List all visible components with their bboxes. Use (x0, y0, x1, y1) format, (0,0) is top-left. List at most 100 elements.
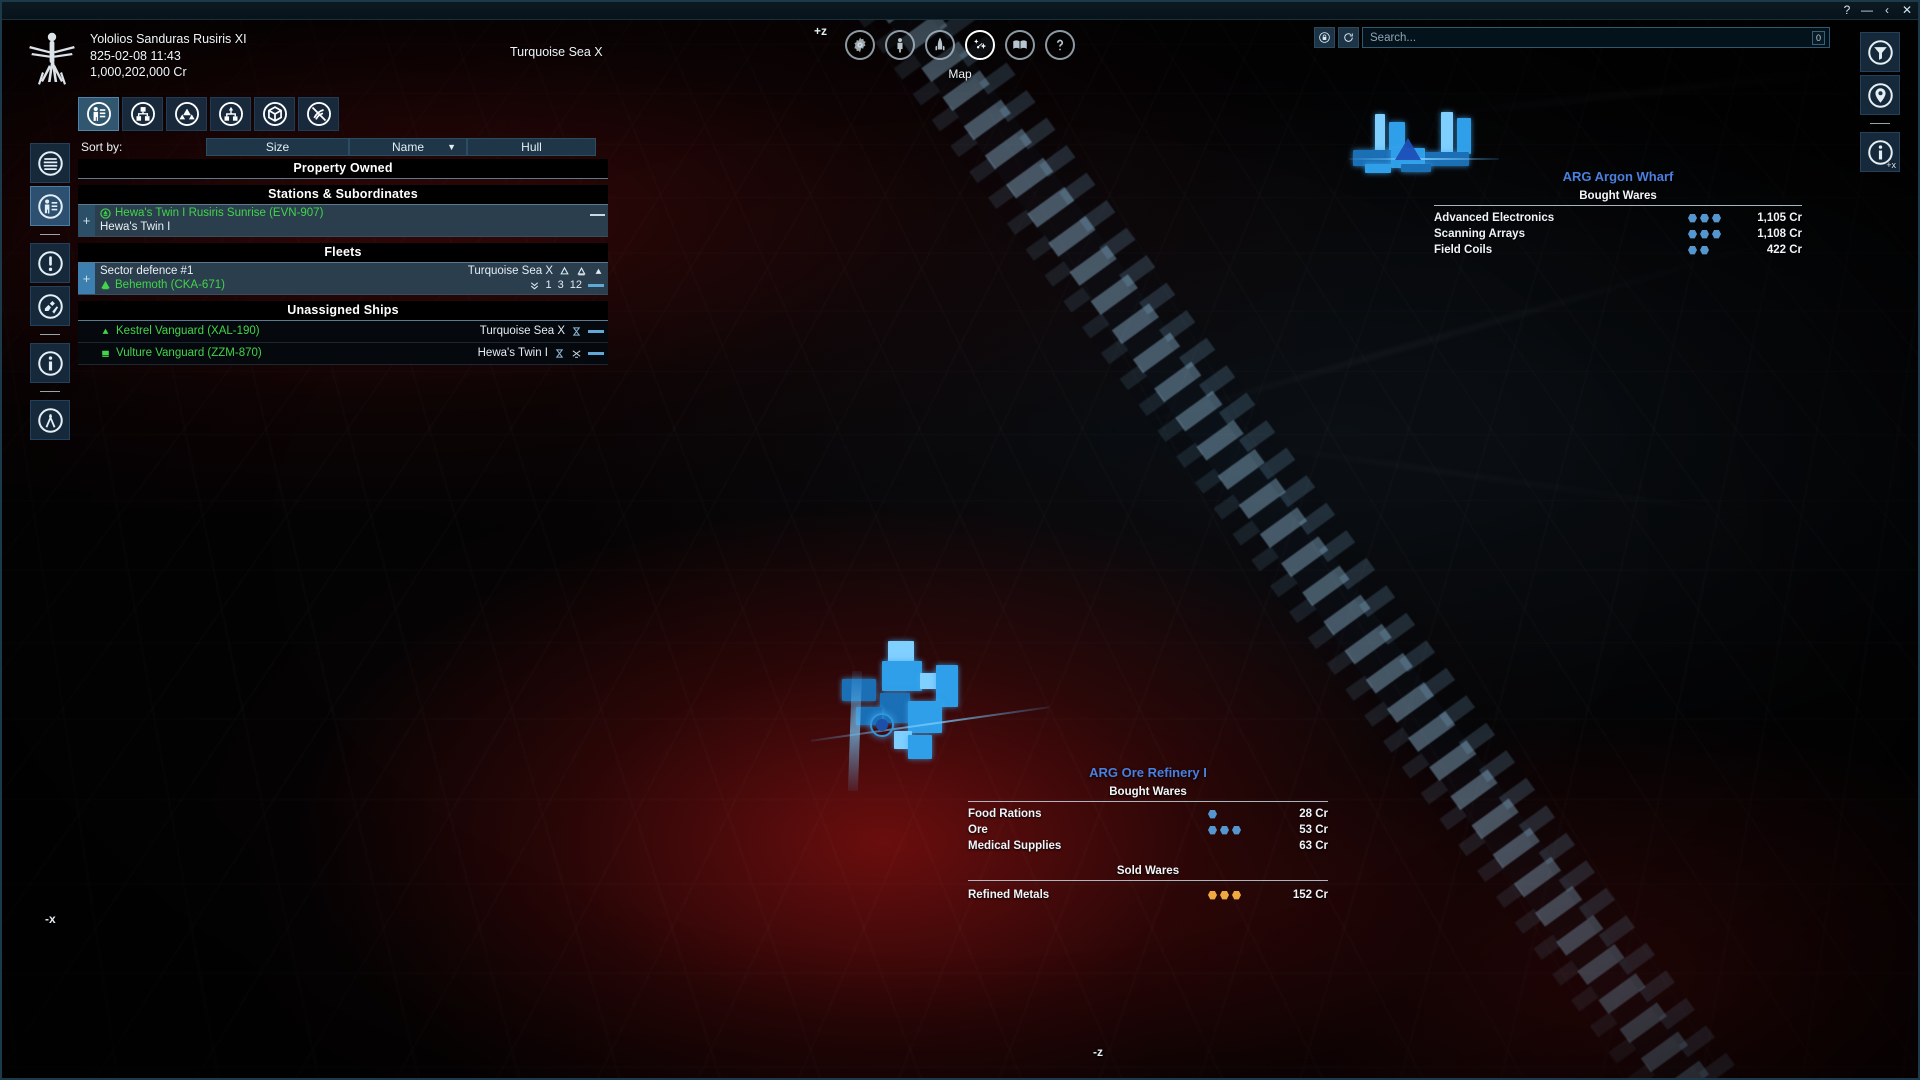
tab-fleets[interactable] (122, 97, 163, 131)
player-name: Yololios Sanduras Rusiris XI (90, 31, 247, 48)
sort-size-button[interactable]: Size (206, 138, 349, 156)
row-content: Sector defence #1 Turquoise Sea X Behemo… (95, 263, 608, 294)
axis-minus-z-label: -z (1093, 1045, 1103, 1059)
ship-commander-icon (100, 280, 111, 291)
ware-price: 152 Cr (1236, 889, 1328, 901)
filter-button[interactable] (1860, 32, 1900, 72)
search-input[interactable] (1370, 32, 1812, 44)
row-content: Vulture Vanguard (ZZM-870) Hewa's Twin I (78, 343, 608, 364)
sort-name-button[interactable]: Name ▼ (349, 138, 467, 156)
axis-plus-z-label: +z (814, 24, 827, 38)
row-secondary-line: Hewa's Twin I (100, 220, 604, 234)
ware-row: Medical Supplies 63 Cr (968, 838, 1328, 854)
ware-dots (1688, 246, 1709, 255)
lock-search-button[interactable] (1314, 27, 1335, 48)
search-input-wrapper[interactable]: 0 (1362, 27, 1830, 48)
bought-wares-heading: Bought Wares (1434, 190, 1802, 202)
row-expander[interactable]: + (78, 205, 95, 236)
fleet-count-l: 1 (546, 279, 552, 291)
tab-unassigned[interactable] (298, 97, 339, 131)
encyclopedia-icon[interactable] (1005, 30, 1035, 60)
ship-l-icon (559, 266, 570, 277)
sold-wares-heading: Sold Wares (968, 865, 1328, 877)
sidebar-divider (40, 334, 60, 335)
ware-row: Food Rations 28 Cr (968, 806, 1328, 822)
ware-name: Advanced Electronics (1434, 212, 1554, 224)
map-icon[interactable] (965, 30, 995, 60)
tab-subordinates[interactable] (210, 97, 251, 131)
collapse-indicator (590, 214, 605, 216)
window-close-button[interactable]: ✕ (1898, 2, 1916, 18)
player-info-icon[interactable] (885, 30, 915, 60)
ware-name: Refined Metals (968, 889, 1049, 901)
search-bar: 0 (1314, 27, 1830, 48)
ware-price: 422 Cr (1724, 244, 1802, 256)
property-owned-panel: Sort by: Size Name ▼ Hull Property Owned… (78, 97, 608, 365)
tab-all-property[interactable] (78, 97, 119, 131)
info-toggle-button[interactable]: +x (1860, 132, 1900, 172)
sidebar-item-missions[interactable] (30, 286, 70, 326)
fleet-name: Sector defence #1 (100, 265, 193, 277)
ware-row: Scanning Arrays 1,108 Cr (1434, 226, 1802, 242)
sidebar-item-info[interactable] (30, 343, 70, 383)
row-expander[interactable]: + (78, 263, 95, 294)
ware-price: 28 Cr (1236, 808, 1328, 820)
hull-bar (588, 284, 604, 287)
current-sector-label: Turquoise Sea X (510, 45, 603, 59)
chevron-down-icon: ▼ (447, 142, 456, 152)
top-toolbar (845, 30, 1075, 60)
window-help-button[interactable]: ? (1838, 2, 1856, 18)
ship-m-icon (576, 266, 587, 277)
ware-row: Field Coils 422 Cr (1434, 242, 1802, 258)
ship-s-icon (593, 266, 604, 277)
fleet-count-m: 3 (558, 279, 564, 291)
ship-icon[interactable] (925, 30, 955, 60)
fleet-count-s: 12 (570, 279, 582, 291)
station-title[interactable]: ARG Ore Refinery I (968, 765, 1328, 780)
ship-location: Hewa's Twin I (478, 347, 548, 359)
hourglass-icon (554, 348, 565, 359)
argon-wharf-panel: ARG Argon Wharf Bought Wares Advanced El… (1434, 169, 1802, 258)
sort-hull-button[interactable]: Hull (467, 138, 596, 156)
window-minimize-button[interactable]: — (1858, 2, 1876, 18)
tab-stations[interactable] (166, 97, 207, 131)
section-divider (1434, 205, 1802, 206)
ware-name: Medical Supplies (968, 840, 1061, 852)
sidebar-item-objectlist[interactable] (30, 143, 70, 183)
table-row[interactable]: Kestrel Vanguard (XAL-190) Turquoise Sea… (78, 321, 608, 343)
tab-cargo[interactable] (254, 97, 295, 131)
ware-dots (1688, 214, 1721, 223)
bought-wares-heading: Bought Wares (968, 786, 1328, 798)
row-primary-line: Hewa's Twin I Rusiris Sunrise (EVN-907) (100, 206, 604, 220)
ware-name: Food Rations (968, 808, 1041, 820)
fleet-location: Turquoise Sea X (468, 265, 553, 277)
sidebar-divider (1870, 123, 1890, 124)
row-primary-line: Kestrel Vanguard (XAL-190) Turquoise Sea… (100, 322, 604, 340)
sidebar-item-measure[interactable] (30, 400, 70, 440)
help-icon[interactable] (1045, 30, 1075, 60)
mining-icon (571, 348, 582, 359)
table-row[interactable]: + Sector defence #1 Turquoise Sea X Behe… (78, 263, 608, 295)
reset-search-button[interactable] (1338, 27, 1359, 48)
fleet-commander: Behemoth (CKA-671) (115, 279, 225, 291)
station-title[interactable]: ARG Argon Wharf (1434, 169, 1802, 184)
row-primary-line: Vulture Vanguard (ZZM-870) Hewa's Twin I (100, 344, 604, 362)
hourglass-icon (571, 326, 582, 337)
search-result-count: 0 (1812, 31, 1825, 45)
ship-name: Vulture Vanguard (ZZM-870) (116, 347, 262, 359)
ware-price: 1,105 Cr (1724, 212, 1802, 224)
window-restore-button[interactable]: ‹ (1878, 2, 1896, 18)
ware-price: 53 Cr (1236, 824, 1328, 836)
table-row[interactable]: Vulture Vanguard (ZZM-870) Hewa's Twin I (78, 343, 608, 365)
sidebar-item-property-owned[interactable] (30, 186, 70, 226)
map-pin-button[interactable] (1860, 75, 1900, 115)
sort-label: Sort by: (78, 140, 206, 154)
fleet-counts: 1 3 12 (529, 279, 605, 291)
hull-bar (588, 330, 604, 333)
ship-m-icon (100, 348, 111, 359)
game-map-screen: +z -x -z Map 0 (0, 0, 1920, 1080)
game-datetime: 825-02-08 11:43 (90, 48, 247, 65)
table-row[interactable]: + Hewa's Twin I Rusiris Sunrise (EVN-907… (78, 205, 608, 237)
sidebar-item-alerts[interactable] (30, 243, 70, 283)
settings-icon[interactable] (845, 30, 875, 60)
